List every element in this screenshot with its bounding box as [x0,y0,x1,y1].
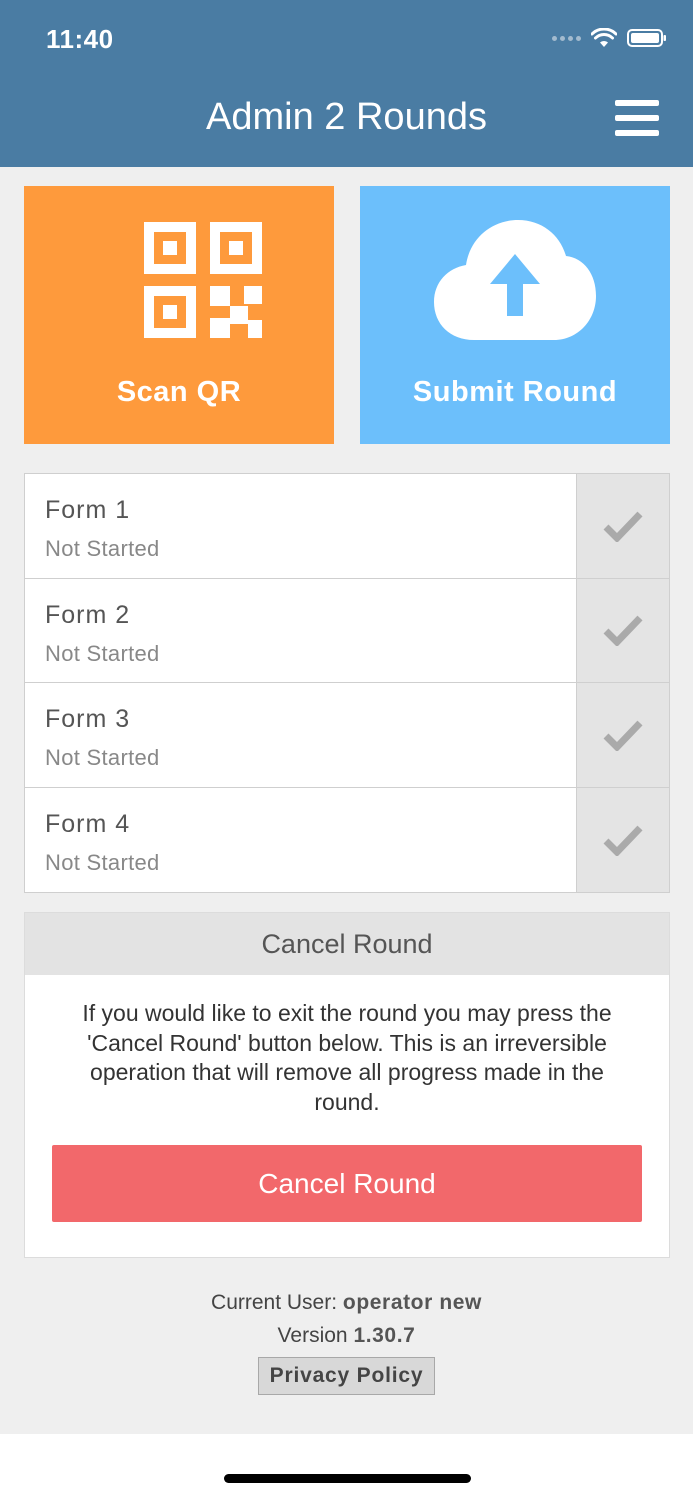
privacy-policy-button[interactable]: Privacy Policy [258,1357,435,1395]
checkmark-icon [603,720,643,751]
cellular-signal-icon [552,35,581,41]
form-name: Form 4 [45,809,131,838]
checkmark-icon [603,615,643,647]
version-label: Version [277,1324,348,1347]
bottom-safe-area [0,1434,693,1500]
cancel-round-button[interactable]: Cancel Round [52,1145,642,1222]
page-title: Admin 2 Rounds [206,96,487,138]
current-user-name: operator new [342,1291,482,1314]
form-check-cell [576,683,669,787]
form-status: Not Started [45,745,160,770]
list-item[interactable]: Form 1 Not Started [25,474,669,579]
current-user: Current User: operator new [0,1291,693,1315]
checkmark-icon [603,511,643,542]
hamburger-menu-icon[interactable] [615,100,659,138]
checkmark-icon [603,825,643,856]
form-status: Not Started [45,536,160,561]
qr-code-icon [144,222,262,338]
list-item[interactable]: Form 2 Not Started [25,578,669,683]
cancel-round-panel: Cancel Round If you would like to exit t… [24,912,670,1258]
cloud-upload-icon [434,220,596,340]
list-item[interactable]: Form 3 Not Started [25,683,669,788]
form-name: Form 2 [45,600,131,629]
version-number: 1.30.7 [353,1324,416,1347]
app-version: Version 1.30.7 [0,1324,693,1348]
submit-round-label: Submit Round [412,376,618,408]
list-item[interactable]: Form 4 Not Started [25,787,669,892]
form-name: Form 3 [45,705,131,733]
status-icons [552,28,667,48]
status-time: 11:40 [46,24,114,54]
forms-list: Form 1 Not Started Form 2 Not Started Fo… [24,473,670,893]
current-user-label: Current User: [211,1291,338,1314]
scan-qr-label: Scan QR [116,376,242,408]
form-check-cell [576,474,669,578]
form-check-cell [576,578,669,682]
form-status: Not Started [45,640,160,666]
form-status: Not Started [45,849,160,875]
cancel-round-message: If you would like to exit the round you … [82,1000,612,1115]
wifi-icon [591,28,617,47]
submit-round-button[interactable]: Submit Round [360,186,670,444]
form-name: Form 1 [45,496,131,524]
battery-icon [627,29,666,47]
app-header: 11:40 Admin 2 Rounds [0,0,693,167]
form-check-cell [576,787,669,892]
scan-qr-button[interactable]: Scan QR [24,186,334,444]
home-indicator[interactable] [224,1474,471,1483]
cancel-round-heading: Cancel Round [25,913,669,975]
